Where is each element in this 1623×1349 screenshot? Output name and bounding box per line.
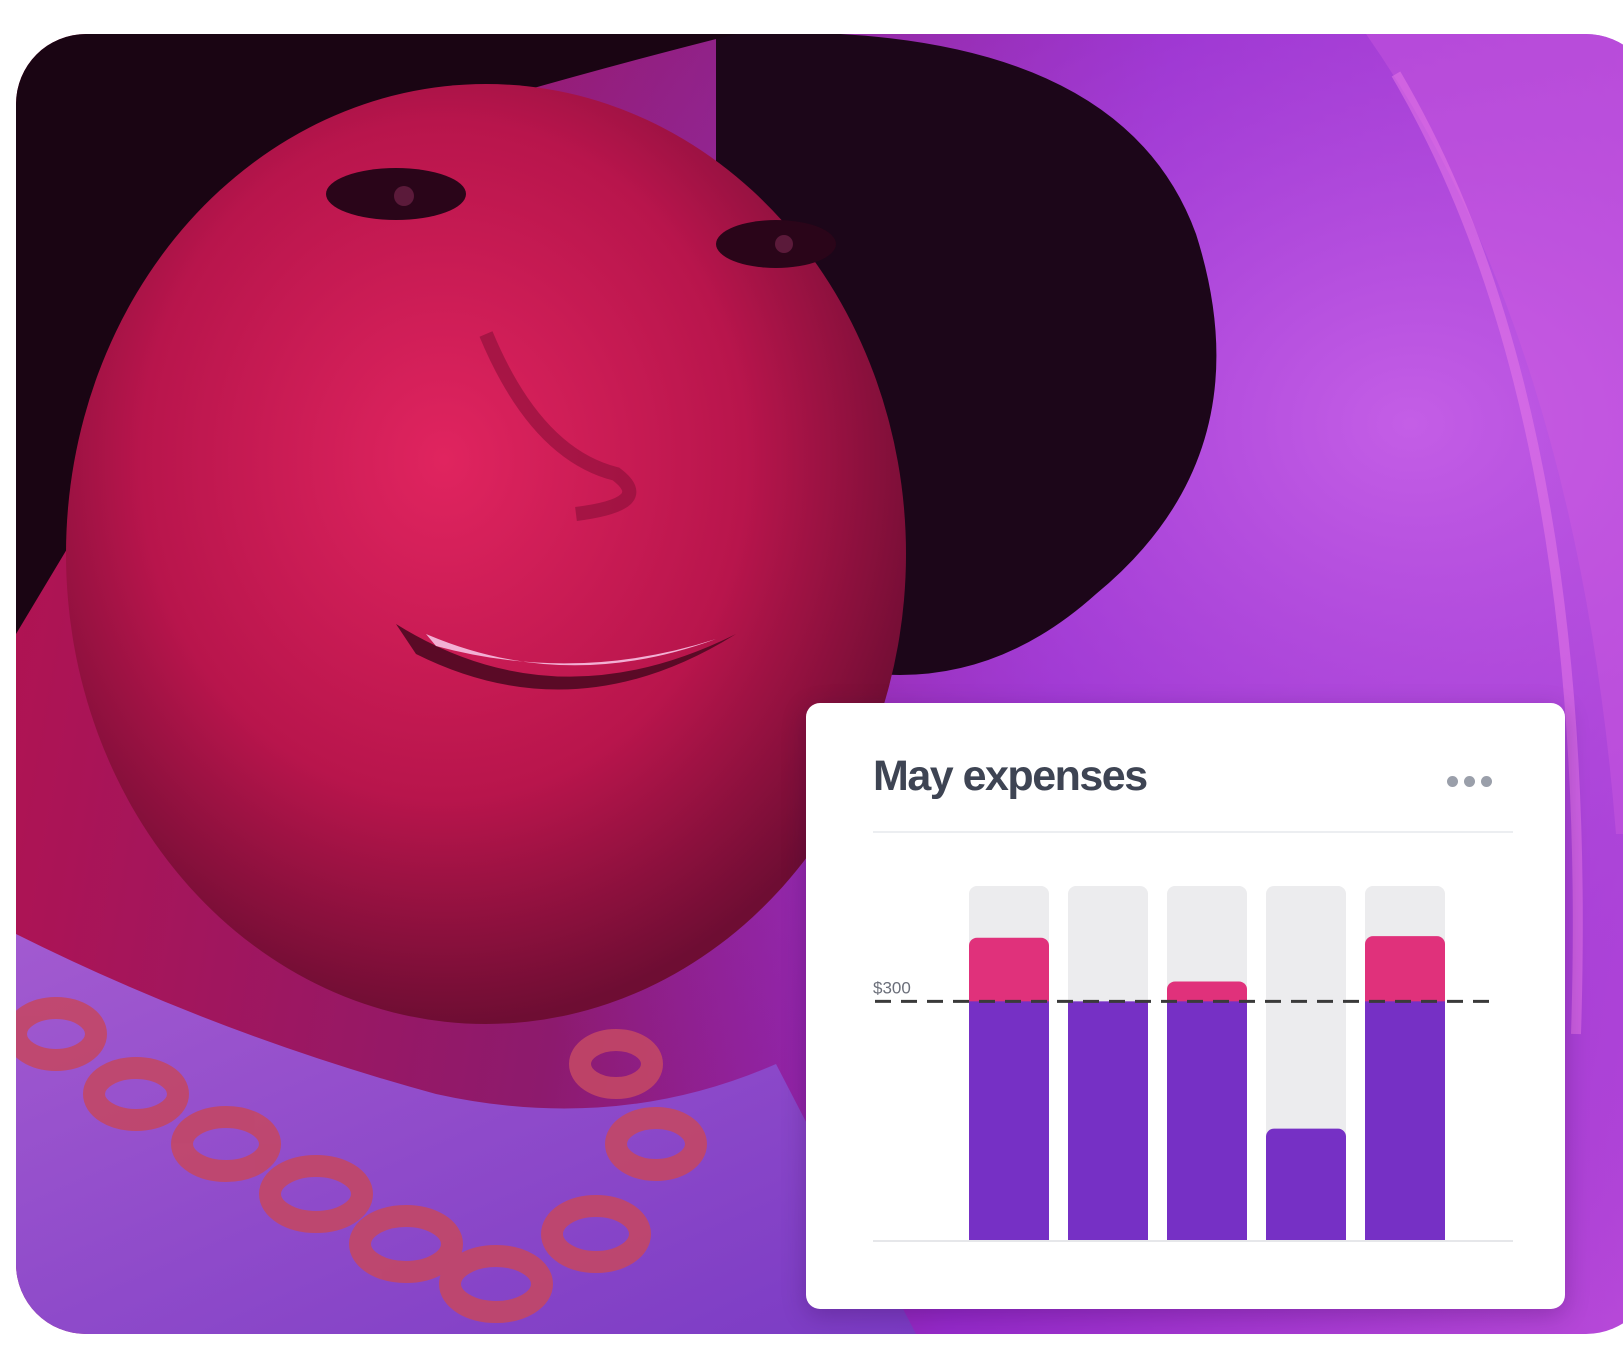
expenses-card: May expenses $300: [806, 703, 1565, 1309]
bar-within-budget-2: [1068, 1001, 1148, 1240]
budget-threshold-label: $300: [873, 978, 911, 997]
bar-within-budget-1: [969, 1001, 1049, 1240]
expenses-bar-chart: $300: [873, 886, 1513, 1242]
hero-visual: May expenses $300: [0, 0, 1623, 1349]
bar-within-budget-5: [1365, 1001, 1445, 1240]
bar-within-budget-3: [1167, 1001, 1247, 1240]
bar-within-budget-fill-4: [1266, 1138, 1346, 1240]
